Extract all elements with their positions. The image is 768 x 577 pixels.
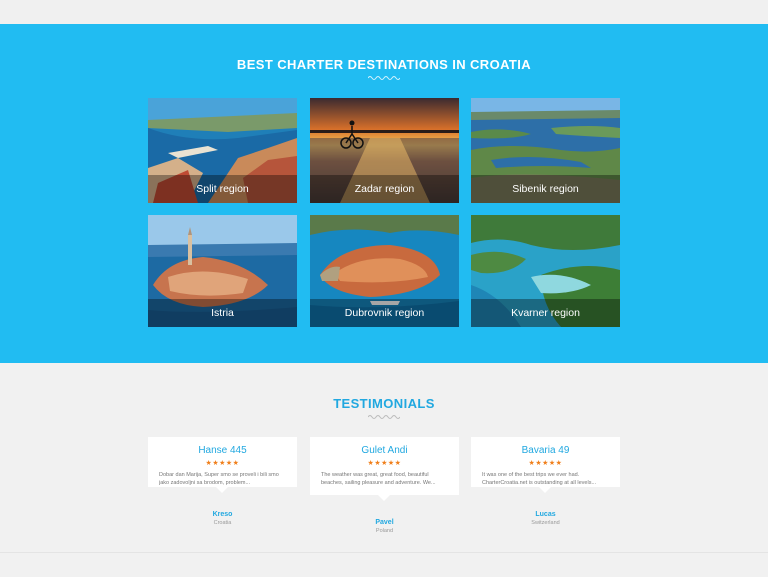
footer-divider xyxy=(0,552,768,553)
testimonial-quote: The weather was great, great food, beaut… xyxy=(321,472,436,486)
testimonial-quote: It was one of the best trips we ever had… xyxy=(482,472,597,486)
destination-card-dubrovnik[interactable]: Dubrovnik region xyxy=(310,215,459,327)
author-name: Pavel xyxy=(375,519,394,526)
destination-card-zadar[interactable]: Zadar region xyxy=(310,98,459,203)
testimonial-author: Lucas Switzerland xyxy=(471,511,620,526)
destination-card-split[interactable]: Split region xyxy=(148,98,297,203)
testimonial-author: Kreso Croatia xyxy=(148,511,297,526)
rating-stars: ★★★★★ xyxy=(367,460,402,467)
destinations-section: BEST CHARTER DESTINATIONS IN CROATIA Spl… xyxy=(0,24,768,363)
testimonial-card: Hanse 445 ★★★★★ Dobar dan Marija, Super … xyxy=(148,437,297,493)
title-underline-ornament xyxy=(368,76,400,80)
top-strip xyxy=(0,0,768,24)
rating-stars: ★★★★★ xyxy=(528,460,563,467)
destination-label: Kvarner region xyxy=(471,299,620,327)
testimonial-card: Gulet Andi ★★★★★ The weather was great, … xyxy=(310,437,459,501)
destination-label: Sibenik region xyxy=(471,175,620,203)
author-country: Switzerland xyxy=(531,520,560,526)
testimonial-author: Pavel Poland xyxy=(310,519,459,534)
testimonial-boat-name[interactable]: Bavaria 49 xyxy=(482,445,609,456)
author-country: Croatia xyxy=(213,520,232,526)
testimonials-section: TESTIMONIALS Hanse 445 ★★★★★ Dobar dan M… xyxy=(0,363,768,577)
destination-card-sibenik[interactable]: Sibenik region xyxy=(471,98,620,203)
testimonial-quote: Dobar dan Marija, Super smo se proveli i… xyxy=(159,472,279,486)
destination-label: Zadar region xyxy=(310,175,459,203)
rating-stars: ★★★★★ xyxy=(205,460,240,467)
destinations-title: BEST CHARTER DESTINATIONS IN CROATIA xyxy=(236,57,532,72)
testimonial-boat-name[interactable]: Gulet Andi xyxy=(321,445,448,456)
speech-arrow xyxy=(378,495,390,501)
testimonials-title: TESTIMONIALS xyxy=(333,396,435,411)
destination-card-kvarner[interactable]: Kvarner region xyxy=(471,215,620,327)
author-name: Lucas xyxy=(535,511,556,518)
title-underline-ornament xyxy=(368,415,400,419)
destination-card-istria[interactable]: Istria xyxy=(148,215,297,327)
destination-label: Split region xyxy=(148,175,297,203)
testimonial-card: Bavaria 49 ★★★★★ It was one of the best … xyxy=(471,437,620,493)
destination-label: Dubrovnik region xyxy=(310,299,459,327)
speech-arrow xyxy=(539,487,551,493)
speech-arrow xyxy=(216,487,228,493)
testimonial-boat-name[interactable]: Hanse 445 xyxy=(159,445,286,456)
author-country: Poland xyxy=(375,528,394,534)
destination-label: Istria xyxy=(148,299,297,327)
author-name: Kreso xyxy=(212,511,233,518)
